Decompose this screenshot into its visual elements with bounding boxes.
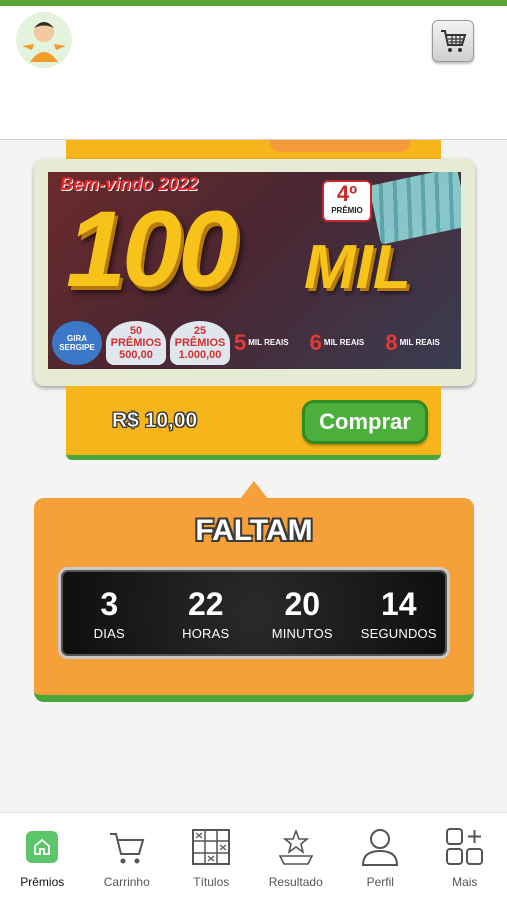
- countdown-panel: FALTAM 3 DIAS 22 HORAS 20 MINUTOS 14 SEG…: [34, 498, 474, 702]
- nav-label: Prêmios: [20, 875, 65, 889]
- wheel-prize-1-value: 500,00: [119, 348, 153, 361]
- nav-item-mais[interactable]: Mais: [423, 813, 507, 900]
- home-icon: [26, 831, 59, 863]
- cart-icon: [441, 30, 467, 52]
- wheel-prize-2-title: 25 PRÊMIOS: [174, 324, 226, 349]
- countdown-hours-label: HORAS: [182, 625, 230, 641]
- premio-badge: 4º PRÊMIO: [322, 180, 372, 222]
- prize-text: MIL REAIS: [399, 337, 440, 347]
- bottom-nav: Prêmios Carrinho Títulos Resultado Perfi…: [0, 812, 507, 900]
- nav-item-premios[interactable]: Prêmios: [0, 813, 85, 900]
- countdown-title: FALTAM: [195, 514, 313, 547]
- banner-amount-word: MIL: [304, 233, 411, 302]
- countdown-days-value: 3: [100, 585, 119, 622]
- nav-label: Resultado: [268, 875, 323, 889]
- buy-button[interactable]: Comprar: [302, 400, 428, 444]
- banner-prize-strip: GIRA SERGIPE 50 PRÊMIOS 500,00 25 PRÊMIO…: [48, 316, 461, 369]
- countdown-pointer: [240, 481, 268, 499]
- nav-item-titulos[interactable]: Títulos: [169, 813, 254, 900]
- mascot-logo-icon[interactable]: [16, 12, 72, 68]
- prize-rank: 5: [234, 329, 247, 355]
- gira-sergipe-logo: GIRA SERGIPE: [52, 320, 102, 365]
- premio-label: PRÊMIO: [331, 206, 363, 215]
- prize-item: 5 MIL REAIS: [234, 323, 306, 363]
- more-grid-icon: [445, 828, 483, 865]
- user-icon: [362, 829, 399, 866]
- product-price: R$ 10,00: [112, 409, 198, 433]
- product-price-bar: R$ 10,00 Comprar: [66, 386, 441, 460]
- nav-item-carrinho[interactable]: Carrinho: [85, 813, 170, 900]
- trophy-star-icon: [278, 828, 314, 865]
- wheel-prize-2-value: 1.000,00: [178, 348, 222, 361]
- countdown-days-label: DIAS: [93, 625, 125, 641]
- countdown-minutes-label: MINUTOS: [271, 625, 333, 641]
- premio-number: 4º: [336, 181, 358, 206]
- banner-amount-big: 100: [66, 188, 238, 309]
- product-banner[interactable]: Bem-vindo 2022 4º PRÊMIO 100 MIL GIRA SE…: [48, 172, 461, 369]
- nav-label: Carrinho: [103, 875, 150, 889]
- prize-item: 8 MIL REAIS: [385, 323, 457, 363]
- nav-label: Perfil: [366, 875, 394, 889]
- ticket-grid-icon: [192, 829, 231, 865]
- prize-text: MIL REAIS: [323, 337, 365, 347]
- product-card-top: [66, 140, 441, 160]
- product-banner-frame[interactable]: Bem-vindo 2022 4º PRÊMIO 100 MIL GIRA SE…: [34, 159, 475, 386]
- prize-item: 6 MIL REAIS: [310, 323, 382, 363]
- countdown-timer: 3 DIAS 22 HORAS 20 MINUTOS 14 SEGUNDOS: [58, 567, 450, 659]
- wheel-prize-2: 25 PRÊMIOS 1.000,00: [170, 320, 230, 365]
- countdown-minutes-value: 20: [284, 585, 321, 622]
- countdown-minutes: 20 MINUTOS: [254, 586, 351, 641]
- prize-text: MIL REAIS: [248, 337, 289, 347]
- wheel-prize-1-title: 50 PRÊMIOS: [110, 324, 162, 349]
- countdown-hours: 22 HORAS: [158, 586, 255, 641]
- app-header: [0, 6, 507, 140]
- prize-rank: 6: [309, 329, 322, 355]
- countdown-seconds-value: 14: [380, 585, 417, 622]
- cart-button[interactable]: [432, 20, 474, 62]
- wheel-prize-1: 50 PRÊMIOS 500,00: [106, 320, 166, 365]
- nav-item-resultado[interactable]: Resultado: [254, 813, 339, 900]
- countdown-hours-value: 22: [187, 585, 224, 622]
- nav-label: Mais: [452, 875, 478, 889]
- countdown-seconds-label: SEGUNDOS: [360, 625, 437, 641]
- countdown-seconds: 14 SEGUNDOS: [351, 586, 448, 641]
- nav-label: Títulos: [193, 875, 230, 889]
- countdown-days: 3 DIAS: [61, 586, 158, 641]
- nav-item-perfil[interactable]: Perfil: [338, 813, 423, 900]
- prize-rank: 8: [385, 329, 398, 355]
- cart-icon: [109, 833, 145, 864]
